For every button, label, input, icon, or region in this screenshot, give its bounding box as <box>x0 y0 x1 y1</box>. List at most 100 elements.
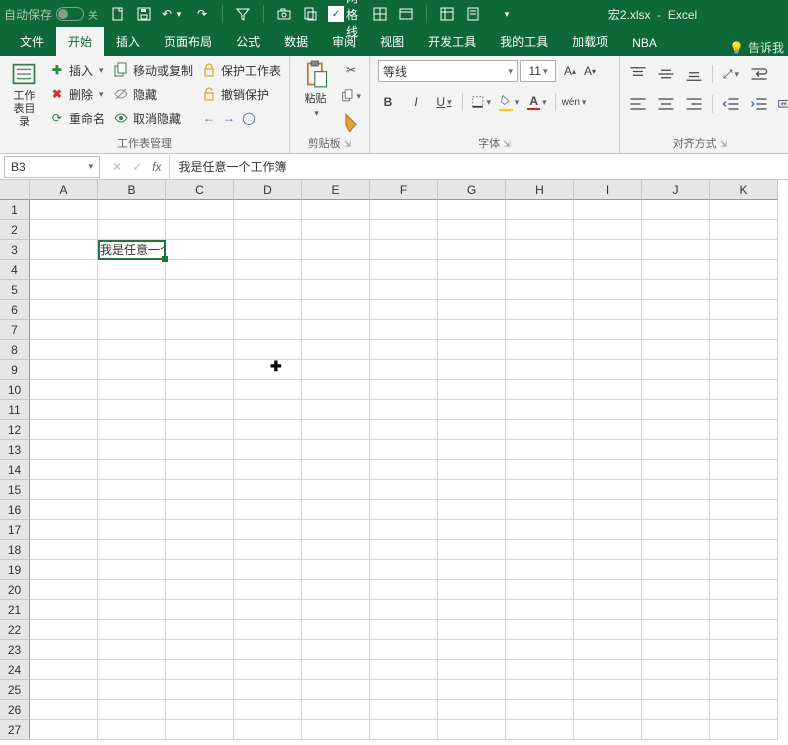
cell-H4[interactable] <box>506 260 574 280</box>
cell-I9[interactable] <box>574 360 642 380</box>
cell-B21[interactable] <box>98 600 166 620</box>
cell-D8[interactable] <box>234 340 302 360</box>
row-header-13[interactable]: 13 <box>0 440 30 460</box>
cell-B2[interactable] <box>98 220 166 240</box>
cell-E4[interactable] <box>302 260 370 280</box>
cell-J2[interactable] <box>642 220 710 240</box>
cell-E9[interactable] <box>302 360 370 380</box>
cell-D16[interactable] <box>234 500 302 520</box>
cell-C17[interactable] <box>166 520 234 540</box>
cell-A23[interactable] <box>30 640 98 660</box>
cell-F15[interactable] <box>370 480 438 500</box>
cell-I11[interactable] <box>574 400 642 420</box>
decrease-font-icon[interactable]: A▾ <box>580 61 600 81</box>
cell-H13[interactable] <box>506 440 574 460</box>
cell-J9[interactable] <box>642 360 710 380</box>
cell-D7[interactable] <box>234 320 302 340</box>
cell-J12[interactable] <box>642 420 710 440</box>
cell-D5[interactable] <box>234 280 302 300</box>
cell-J11[interactable] <box>642 400 710 420</box>
cell-G13[interactable] <box>438 440 506 460</box>
cell-A1[interactable] <box>30 200 98 220</box>
cell-K12[interactable] <box>710 420 778 440</box>
cell-A10[interactable] <box>30 380 98 400</box>
cell-H27[interactable] <box>506 720 574 740</box>
cell-C8[interactable] <box>166 340 234 360</box>
cell-I26[interactable] <box>574 700 642 720</box>
cell-J26[interactable] <box>642 700 710 720</box>
cell-D12[interactable] <box>234 420 302 440</box>
cell-E15[interactable] <box>302 480 370 500</box>
cell-J25[interactable] <box>642 680 710 700</box>
cell-H12[interactable] <box>506 420 574 440</box>
cell-grid[interactable]: 我是任意一个工作簿 <box>30 200 778 740</box>
cell-I24[interactable] <box>574 660 642 680</box>
cell-H8[interactable] <box>506 340 574 360</box>
bold-button[interactable]: B <box>378 92 398 112</box>
cell-E14[interactable] <box>302 460 370 480</box>
cell-F24[interactable] <box>370 660 438 680</box>
cell-C12[interactable] <box>166 420 234 440</box>
borders-icon[interactable] <box>372 6 388 22</box>
cell-E16[interactable] <box>302 500 370 520</box>
cell-D22[interactable] <box>234 620 302 640</box>
cell-E5[interactable] <box>302 280 370 300</box>
cell-C6[interactable] <box>166 300 234 320</box>
cell-B4[interactable] <box>98 260 166 280</box>
cell-J19[interactable] <box>642 560 710 580</box>
cell-C5[interactable] <box>166 280 234 300</box>
cell-A22[interactable] <box>30 620 98 640</box>
cell-C13[interactable] <box>166 440 234 460</box>
cell-D2[interactable] <box>234 220 302 240</box>
delete-sheet-button[interactable]: ✖删除▾ <box>49 84 105 104</box>
cell-G7[interactable] <box>438 320 506 340</box>
cell-F9[interactable] <box>370 360 438 380</box>
cell-H16[interactable] <box>506 500 574 520</box>
cell-B13[interactable] <box>98 440 166 460</box>
cell-E6[interactable] <box>302 300 370 320</box>
arrow-left-icon[interactable]: ← <box>201 110 217 126</box>
cell-H10[interactable] <box>506 380 574 400</box>
row-header-27[interactable]: 27 <box>0 720 30 740</box>
cell-G22[interactable] <box>438 620 506 640</box>
paste-link-icon[interactable] <box>302 6 318 22</box>
cell-B27[interactable] <box>98 720 166 740</box>
tab-addins[interactable]: 加载项 <box>560 27 620 56</box>
cell-I13[interactable] <box>574 440 642 460</box>
cell-B16[interactable] <box>98 500 166 520</box>
cell-F8[interactable] <box>370 340 438 360</box>
cell-G16[interactable] <box>438 500 506 520</box>
cell-H3[interactable] <box>506 240 574 260</box>
cell-H19[interactable] <box>506 560 574 580</box>
cell-E26[interactable] <box>302 700 370 720</box>
cell-K2[interactable] <box>710 220 778 240</box>
autosave-toggle[interactable]: 自动保存 关 <box>4 6 98 23</box>
cell-A11[interactable] <box>30 400 98 420</box>
row-header-26[interactable]: 26 <box>0 700 30 720</box>
cell-A24[interactable] <box>30 660 98 680</box>
cell-E12[interactable] <box>302 420 370 440</box>
cell-G17[interactable] <box>438 520 506 540</box>
row-header-22[interactable]: 22 <box>0 620 30 640</box>
cell-C27[interactable] <box>166 720 234 740</box>
cell-A8[interactable] <box>30 340 98 360</box>
cell-D18[interactable] <box>234 540 302 560</box>
cell-D4[interactable] <box>234 260 302 280</box>
cell-E11[interactable] <box>302 400 370 420</box>
cell-G11[interactable] <box>438 400 506 420</box>
cell-C15[interactable] <box>166 480 234 500</box>
cell-F7[interactable] <box>370 320 438 340</box>
cell-H1[interactable] <box>506 200 574 220</box>
cell-E1[interactable] <box>302 200 370 220</box>
cell-H6[interactable] <box>506 300 574 320</box>
cell-A14[interactable] <box>30 460 98 480</box>
col-header-F[interactable]: F <box>370 180 438 200</box>
cell-C14[interactable] <box>166 460 234 480</box>
move-copy-button[interactable]: 移动或复制 <box>113 60 193 80</box>
cell-F13[interactable] <box>370 440 438 460</box>
cell-A21[interactable] <box>30 600 98 620</box>
cell-E20[interactable] <box>302 580 370 600</box>
tab-file[interactable]: 文件 <box>8 27 56 56</box>
cell-C10[interactable] <box>166 380 234 400</box>
arrow-right-icon[interactable]: → <box>221 110 237 126</box>
